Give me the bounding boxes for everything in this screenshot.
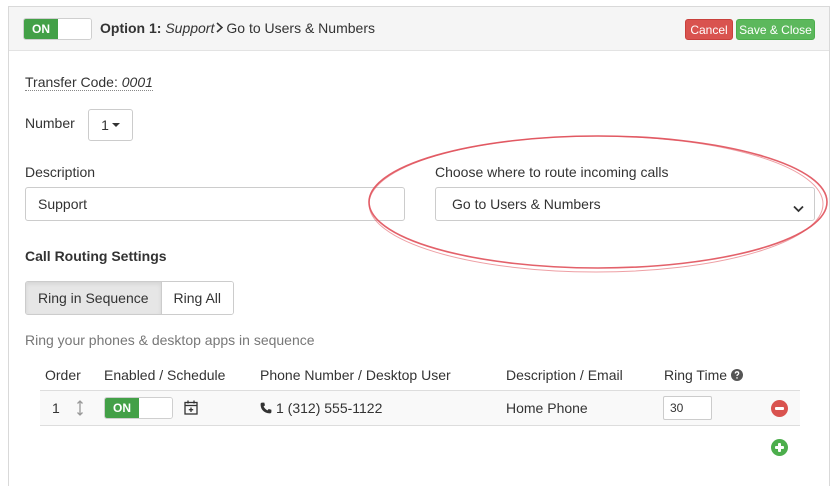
column-description-email: Description / Email: [506, 367, 623, 383]
option-prefix: Option 1:: [100, 20, 162, 36]
phone-number: 1 (312) 555-1122: [276, 400, 383, 416]
ring-time-label: Ring Time: [664, 367, 728, 383]
panel-header: ON Option 1: Support Go to Users & Number…: [9, 7, 829, 51]
option-panel: ON Option 1: Support Go to Users & Number…: [8, 6, 830, 486]
call-routing-title: Call Routing Settings: [25, 248, 167, 264]
table-row: 1 ON 1 (312) 555-1122 Home Phone: [40, 390, 800, 426]
remove-row-icon[interactable]: [771, 400, 788, 417]
schedule-calendar-icon[interactable]: [184, 400, 198, 418]
transfer-code: Transfer Code: 0001: [25, 74, 153, 91]
ring-in-sequence-button[interactable]: Ring in Sequence: [26, 282, 162, 314]
chevron-right-icon: [216, 20, 224, 36]
phone-number-cell: 1 (312) 555-1122: [260, 400, 382, 417]
ring-mode-toggle: Ring in Sequence Ring All: [25, 281, 234, 315]
row-toggle-on-label: ON: [105, 398, 139, 418]
column-phone-number: Phone Number / Desktop User: [260, 367, 451, 383]
column-enabled-schedule: Enabled / Schedule: [104, 367, 226, 383]
description-label: Description: [25, 164, 96, 180]
row-description: Home Phone: [506, 400, 588, 416]
option-title: Option 1: Support Go to Users & Numbers: [100, 20, 375, 36]
number-dropdown[interactable]: 1: [88, 109, 133, 141]
route-select[interactable]: Go to Users & Numbers: [435, 187, 815, 221]
cancel-button[interactable]: Cancel: [685, 19, 733, 40]
transfer-code-value: 0001: [121, 74, 153, 90]
column-order: Order: [45, 367, 81, 383]
ring-time-input[interactable]: [663, 396, 712, 420]
caret-down-icon: [111, 123, 120, 127]
option-enabled-toggle[interactable]: ON: [23, 18, 92, 40]
route-value: Go to Users & Numbers: [452, 196, 601, 212]
transfer-code-label: Transfer Code:: [25, 74, 118, 90]
option-destination: Go to Users & Numbers: [226, 20, 375, 36]
row-order: 1: [52, 400, 60, 416]
number-value: 1: [101, 117, 109, 133]
number-label: Number: [25, 115, 75, 131]
toggle-on-label: ON: [24, 19, 58, 39]
ring-all-button[interactable]: Ring All: [161, 282, 233, 314]
save-close-button[interactable]: Save & Close: [736, 19, 815, 40]
option-name: Support: [165, 20, 215, 36]
column-ring-time: Ring Time: [664, 367, 743, 384]
help-icon[interactable]: [730, 368, 743, 384]
chevron-down-icon: [793, 200, 804, 216]
description-input[interactable]: [25, 187, 405, 221]
ring-mode-description: Ring your phones & desktop apps in seque…: [25, 332, 315, 348]
drag-handle-icon[interactable]: [76, 400, 84, 419]
route-label: Choose where to route incoming calls: [435, 164, 669, 180]
phone-icon: [260, 401, 272, 417]
row-enabled-toggle[interactable]: ON: [104, 397, 173, 419]
add-row-icon[interactable]: [771, 439, 788, 456]
